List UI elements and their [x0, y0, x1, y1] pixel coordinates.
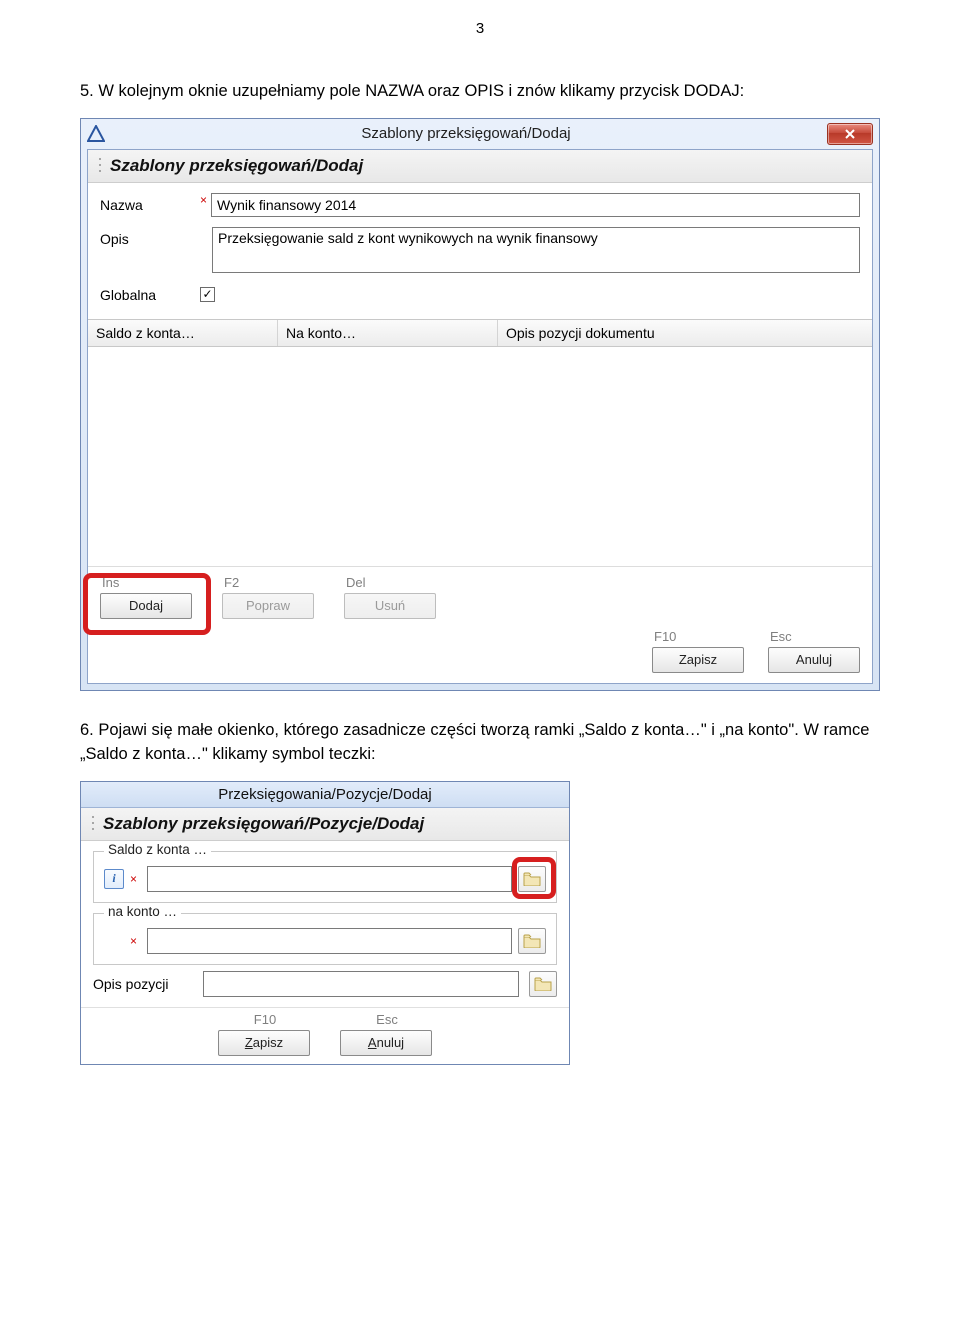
stack-zapisz-2: F10 Zapisz [218, 1012, 310, 1056]
label-opis: Opis [100, 227, 200, 247]
stack-dodaj: Ins Dodaj [100, 575, 192, 619]
button-anuluj[interactable]: Anuluj [768, 647, 860, 673]
close-button[interactable] [827, 123, 873, 145]
required-marker: × [130, 934, 137, 948]
stack-popraw: F2 Popraw [222, 575, 314, 619]
button-zapisz[interactable]: Zapisz [652, 647, 744, 673]
stack-anuluj: Esc Anuluj [768, 629, 860, 673]
btn-text: nuluj [377, 1035, 404, 1050]
group-na-konto: na konto … × [93, 913, 557, 965]
titlebar: Szablony przeksięgowań/Dodaj [81, 119, 879, 149]
required-marker: × [200, 193, 207, 207]
col-opis[interactable]: Opis pozycji dokumentu [498, 320, 872, 346]
panel-header-text: Szablony przeksięgowań/Dodaj [110, 156, 363, 175]
folder-icon [523, 872, 541, 886]
stack-zapisz: F10 Zapisz [652, 629, 744, 673]
button-usun: Usuń [344, 593, 436, 619]
form-area: Nazwa × Opis Przeksięgowanie sald z kont… [88, 183, 872, 319]
stack-anuluj-2: Esc Anuluj [340, 1012, 432, 1056]
grip-icon [98, 157, 104, 175]
stack-usun: Del Usuń [344, 575, 436, 619]
label-globalna: Globalna [100, 283, 200, 303]
step6-text: 6. Pojawi się małe okienko, którego zasa… [80, 719, 880, 767]
row-saldo-input: i × [104, 866, 546, 892]
legend-saldo: Saldo z konta … [104, 842, 211, 857]
panel-header-2: Szablony przeksięgowań/Pozycje/Dodaj [81, 808, 569, 841]
hint-f10-2: F10 [218, 1012, 310, 1030]
check-icon: ✓ [202, 288, 212, 300]
window-pozycje-dodaj: Przeksięgowania/Pozycje/Dodaj Szablony p… [80, 781, 570, 1065]
grid-body[interactable] [88, 347, 872, 567]
input-na-konto[interactable] [147, 928, 512, 954]
button-dodaj[interactable]: Dodaj [100, 593, 192, 619]
window-client-2: Szablony przeksięgowań/Pozycje/Dodaj Sal… [81, 808, 569, 1064]
document-page: 3 5. W kolejnym oknie uzupełniamy pole N… [0, 0, 960, 1105]
label-opis-pozycji: Opis pozycji [93, 976, 193, 992]
col-saldo[interactable]: Saldo z konta… [88, 320, 278, 346]
grid-header: Saldo z konta… Na konto… Opis pozycji do… [88, 319, 872, 347]
folder-icon [534, 977, 552, 991]
row-opis: Opis Przeksięgowanie sald z kont wynikow… [100, 227, 860, 273]
folder-button-nakonto[interactable] [518, 928, 546, 954]
hint-del: Del [344, 575, 436, 593]
btn-text: apisz [253, 1035, 283, 1050]
dialog-buttons: F10 Zapisz Esc Anuluj [88, 623, 872, 683]
panel-header-text-2: Szablony przeksięgowań/Pozycje/Dodaj [103, 814, 424, 833]
hint-ins: Ins [100, 575, 192, 593]
info-icon[interactable]: i [104, 869, 124, 889]
grip-icon [91, 815, 97, 833]
hint-esc: Esc [768, 629, 860, 647]
folder-icon [523, 934, 541, 948]
label-nazwa: Nazwa [100, 193, 200, 213]
hint-f2: F2 [222, 575, 314, 593]
grid-buttons: Ins Dodaj F2 Popraw Del Usuń [88, 567, 872, 623]
hint-esc-2: Esc [340, 1012, 432, 1030]
folder-button-opis[interactable] [529, 971, 557, 997]
dialog-buttons-2: F10 Zapisz Esc Anuluj [81, 1007, 569, 1064]
row-nakonto-input: × [104, 928, 546, 954]
input-saldo-z-konta[interactable] [147, 866, 512, 892]
group-saldo-z-konta: Saldo z konta … i × [93, 851, 557, 903]
row-opis-pozycji: Opis pozycji [93, 971, 557, 997]
mnemonic: A [368, 1035, 377, 1050]
app-icon [87, 125, 105, 143]
col-nakonto[interactable]: Na konto… [278, 320, 498, 346]
folder-button-saldo[interactable] [518, 866, 546, 892]
mnemonic: Z [245, 1035, 253, 1050]
input-opis[interactable]: Przeksięgowanie sald z kont wynikowych n… [212, 227, 860, 273]
row-globalna: Globalna ✓ [100, 283, 860, 303]
checkbox-globalna[interactable]: ✓ [200, 287, 215, 302]
input-nazwa[interactable] [211, 193, 860, 217]
button-popraw: Popraw [222, 593, 314, 619]
page-number: 3 [80, 0, 880, 80]
panel-header: Szablony przeksięgowań/Dodaj [88, 150, 872, 183]
button-zapisz-2[interactable]: Zapisz [218, 1030, 310, 1056]
row-nazwa: Nazwa × [100, 193, 860, 217]
titlebar2: Przeksięgowania/Pozycje/Dodaj [81, 782, 569, 808]
window-title: Szablony przeksięgowań/Dodaj [105, 125, 827, 142]
button-anuluj-2[interactable]: Anuluj [340, 1030, 432, 1056]
legend-nakonto: na konto … [104, 904, 181, 919]
hint-f10: F10 [652, 629, 744, 647]
close-icon [844, 128, 856, 140]
step5-text: 5. W kolejnym oknie uzupełniamy pole NAZ… [80, 80, 880, 104]
input-opis-pozycji[interactable] [203, 971, 519, 997]
window-client: Szablony przeksięgowań/Dodaj Nazwa × Opi… [87, 149, 873, 684]
required-marker: × [130, 872, 137, 886]
window-szablony-dodaj: Szablony przeksięgowań/Dodaj Szablony pr… [80, 118, 880, 691]
